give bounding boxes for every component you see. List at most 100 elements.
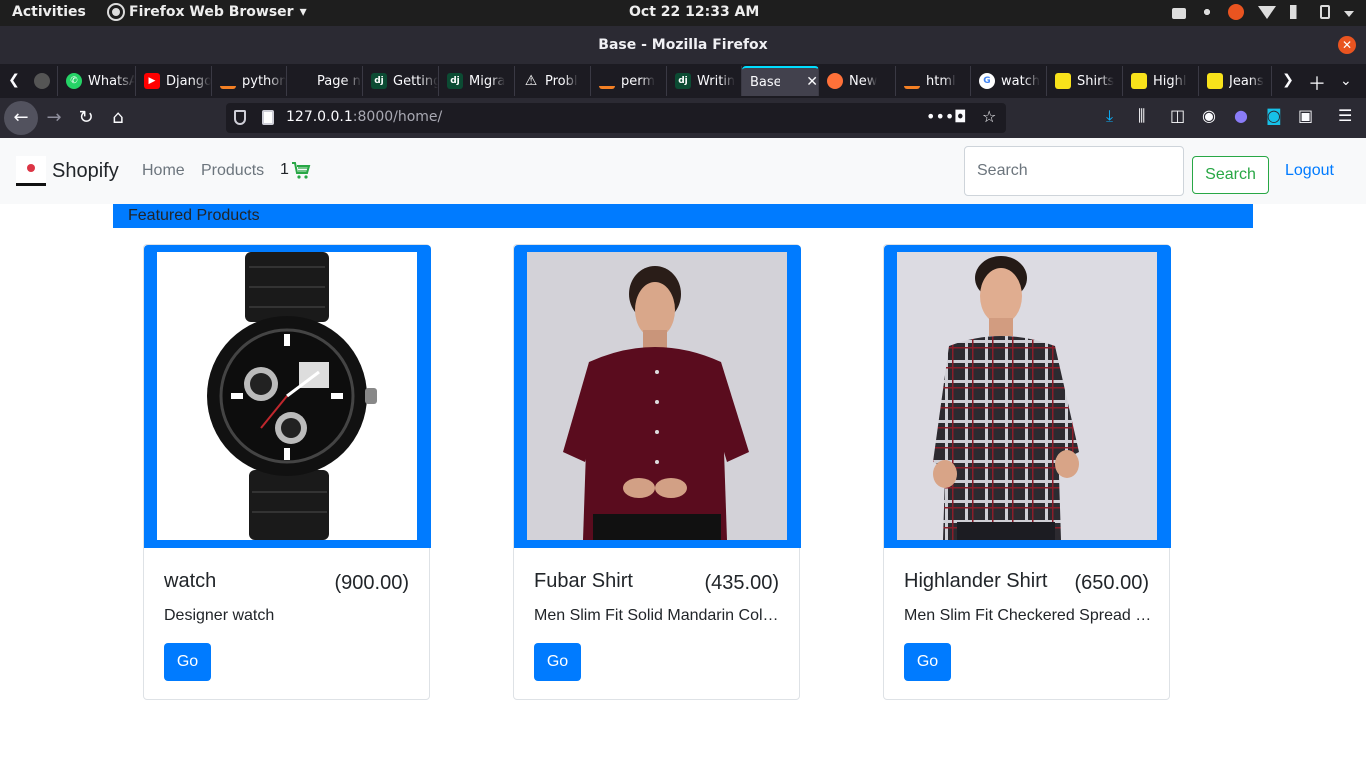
brand[interactable]: Shopify [16,156,119,186]
logout-link[interactable]: Logout [1285,162,1334,180]
tab-whatsapp[interactable]: ✆ WhatsApp [58,66,136,96]
tab-base[interactable]: Base ✕ [742,66,819,96]
nav-home-link[interactable]: Home [142,162,185,180]
screen-icon[interactable] [1172,7,1186,19]
product-card: Highlander Shirt (650.00) Men Slim Fit C… [883,244,1171,700]
tab-writin[interactable]: dj Writin [667,66,742,96]
ubuntu-icon[interactable] [1228,4,1244,20]
sidebar-icon[interactable]: ◫ [1170,106,1185,125]
tab-shirts[interactable]: Shirts [1047,66,1123,96]
firefox-icon [109,5,123,19]
volume-icon[interactable] [1290,5,1306,19]
tab-getting[interactable]: dj Getting [363,66,439,96]
tab-html[interactable]: html [896,66,971,96]
warning-icon: ⚠ [524,73,538,89]
go-button[interactable]: Go [534,643,581,681]
product-image-frame [884,245,1171,548]
go-button[interactable]: Go [164,643,211,681]
tab-label: New [849,73,878,89]
extension-icon[interactable]: ◙ [1266,106,1282,125]
close-window-button[interactable]: ✕ [1338,36,1356,54]
tab-watch[interactable]: Gwatch [971,66,1047,96]
nav-products-link[interactable]: Products [201,162,264,180]
tab-page-not[interactable]: Page not [287,66,363,96]
tab-label: Shirts [1077,73,1115,89]
tab-label: Highl [1153,73,1187,89]
firefox-icon [827,73,843,89]
app-menu[interactable]: Firefox Web Browser ▾ [109,4,307,20]
wifi-icon[interactable] [1258,5,1276,19]
navigation-toolbar: ← → ↻ ⌂ 127.0.0.1:8000/home/ ••• ◘ ☆ ⤓ ⫼… [0,98,1366,138]
library-icon[interactable]: ⫼ [1138,106,1145,126]
tab-probl[interactable]: ⚠ Probl [515,66,591,96]
window-title: Base - Mozilla Firefox [598,37,768,53]
stackoverflow-icon [599,73,615,89]
system-tray[interactable] [1172,4,1354,20]
product-image[interactable] [897,252,1157,540]
tab-python[interactable]: python [212,66,287,96]
tab-label: python [242,73,286,89]
activities-button[interactable]: Activities [12,4,86,20]
tab-migra[interactable]: dj Migra [439,66,515,96]
chevron-down-icon[interactable] [1344,11,1354,17]
firefox-icon [34,73,50,89]
featured-products-heading: Featured Products [113,204,1253,228]
tab-django[interactable]: ▶ Django [136,66,212,96]
django-icon: dj [675,73,691,89]
back-icon[interactable]: ← [4,101,38,135]
new-tab-icon[interactable]: ＋ [1308,70,1326,96]
site-info-icon[interactable] [262,110,274,125]
forward-icon[interactable]: → [40,104,68,132]
tab-label: Probl [545,73,578,89]
scroll-tabs-right-icon[interactable]: ❯ [1278,72,1298,88]
tab-label: Django [166,73,211,89]
flipkart-icon [1131,73,1147,89]
chevron-down-icon: ▾ [299,4,307,20]
extension-icon[interactable]: ● [1234,106,1248,125]
clock[interactable]: Oct 22 12:33 AM [629,4,759,20]
tab-new[interactable]: New [819,66,896,96]
product-image[interactable] [157,252,417,540]
tab-label: Jeans [1229,73,1264,89]
stackoverflow-icon [904,73,920,89]
tab-highl[interactable]: Highl [1123,66,1199,96]
product-title: Highlander Shirt [904,570,1048,592]
close-tab-icon[interactable]: ✕ [806,74,818,90]
blank-page-icon [295,73,311,89]
list-all-tabs-icon[interactable]: ⌄ [1340,73,1352,89]
reload-icon[interactable]: ↻ [72,104,100,132]
product-title: watch [164,570,217,592]
home-icon[interactable]: ⌂ [104,104,132,132]
google-icon: G [979,73,995,89]
product-card: Fubar Shirt (435.00) Men Slim Fit Solid … [513,244,801,700]
bookmark-star-icon[interactable]: ☆ [982,107,996,126]
pocket-icon[interactable]: ◘ [954,107,967,126]
page-actions-icon[interactable]: ••• [926,107,954,126]
product-description: Designer watch [164,607,275,624]
product-description: Men Slim Fit Checkered Spread Collar Cas… [904,607,1152,624]
product-description: Men Slim Fit Solid Mandarin Collar Casua… [534,607,782,624]
product-image[interactable] [527,252,787,540]
account-icon[interactable]: ◉ [1202,106,1216,125]
screenshot-icon[interactable]: ▣ [1298,106,1313,125]
tab-perm[interactable]: perm [591,66,667,96]
tracking-protection-icon[interactable] [234,110,246,125]
tab-strip: ❮ New Tab✆WhatsApp▶DjangopythonPage notd… [0,64,1366,98]
cart-icon [291,162,311,179]
tab-jeans[interactable]: Jeans [1199,66,1272,96]
scroll-tabs-left-icon[interactable]: ❮ [4,72,24,88]
stackoverflow-icon [220,73,236,89]
downloads-icon[interactable]: ⤓ [1106,106,1113,126]
url-bar[interactable]: 127.0.0.1:8000/home/ ••• ◘ ☆ [226,103,1006,133]
search-button[interactable]: Search [1192,156,1269,194]
go-button[interactable]: Go [904,643,951,681]
slack-icon[interactable] [1200,5,1214,19]
battery-icon[interactable] [1320,5,1330,19]
url-text[interactable]: 127.0.0.1:8000/home/ [286,109,442,125]
cart-link[interactable]: 1 [280,160,311,180]
app-menu-label: Firefox Web Browser [129,4,294,20]
menu-icon[interactable]: ☰ [1338,106,1352,125]
web-page: Shopify Home Products 1 Search Logout Fe… [0,138,1366,768]
search-input[interactable] [964,146,1184,196]
tab-new-tab[interactable]: New Tab [26,66,58,96]
